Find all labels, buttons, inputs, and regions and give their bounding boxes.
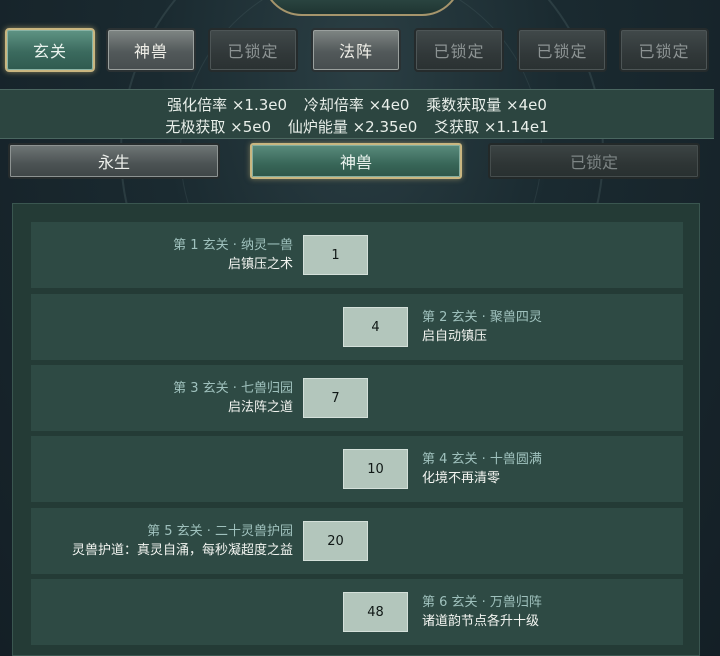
milestone-requirement: 10 (343, 449, 408, 489)
milestone-title: 第 2 玄关 · 聚兽四灵 (422, 310, 542, 325)
milestone-desc: 启镇压之术 (227, 257, 293, 272)
milestone-text: 第 2 玄关 · 聚兽四灵 启自动镇压 (422, 308, 542, 346)
stat-wuji-gain: 无极获取 ×5e0 (165, 118, 272, 136)
stats-bar: 强化倍率 ×1.3e0 冷却倍率 ×4e0 乘数获取量 ×4e0 无极获取 ×5… (0, 89, 714, 139)
tab-locked-3[interactable]: 已锁定 (517, 28, 607, 72)
milestone-title: 第 4 玄关 · 十兽圆满 (422, 452, 542, 467)
milestone-text: 第 6 玄关 · 万兽归阵 诸道韵节点各升十级 (422, 593, 542, 631)
milestone-requirement: 7 (303, 378, 368, 418)
milestone-row: 48 第 6 玄关 · 万兽归阵 诸道韵节点各升十级 (31, 579, 683, 645)
tab-xuanguan[interactable]: 玄关 (5, 28, 95, 72)
stat-yao-gain: 爻获取 ×1.14e1 (434, 118, 549, 136)
milestone-title: 第 5 玄关 · 二十灵兽护园 (147, 524, 293, 539)
milestone-requirement: 20 (303, 521, 368, 561)
subtab-shenshou[interactable]: 神兽 (250, 143, 462, 179)
milestone-text: 第 1 玄关 · 纳灵一兽 启镇压之术 (173, 236, 293, 274)
milestone-desc: 启法阵之道 (227, 400, 293, 415)
milestone-desc: 启自动镇压 (422, 329, 488, 344)
milestone-row: 第 3 玄关 · 七兽归园 启法阵之道 7 (31, 365, 683, 431)
milestone-text: 第 3 玄关 · 七兽归园 启法阵之道 (173, 379, 293, 417)
tab-shenshou[interactable]: 神兽 (106, 28, 196, 72)
stat-cooldown-multiplier: 冷却倍率 ×4e0 (303, 96, 410, 114)
milestone-title: 第 3 玄关 · 七兽归园 (173, 381, 293, 396)
milestone-desc: 化境不再清零 (422, 471, 501, 486)
milestone-row: 10 第 4 玄关 · 十兽圆满 化境不再清零 (31, 436, 683, 502)
milestone-row: 第 1 玄关 · 纳灵一兽 启镇压之术 1 (31, 222, 683, 288)
milestone-row: 4 第 2 玄关 · 聚兽四灵 启自动镇压 (31, 294, 683, 360)
milestone-requirement: 4 (343, 307, 408, 347)
subtab-locked[interactable]: 已锁定 (488, 143, 700, 179)
milestone-text: 第 4 玄关 · 十兽圆满 化境不再清零 (422, 450, 542, 488)
top-emblem (262, 0, 462, 16)
milestone-desc: 灵兽护道：真灵自涌，每秒凝超度之益 (71, 543, 293, 558)
milestone-title: 第 6 玄关 · 万兽归阵 (422, 595, 542, 610)
stat-multiplier-gain: 乘数获取量 ×4e0 (426, 96, 547, 114)
milestone-text: 第 5 玄关 · 二十灵兽护园 灵兽护道：真灵自涌，每秒凝超度之益 (72, 522, 293, 560)
milestone-title: 第 1 玄关 · 纳灵一兽 (173, 238, 293, 253)
top-tab-bar: 玄关 神兽 已锁定 法阵 已锁定 已锁定 已锁定 (0, 28, 720, 76)
milestone-panel: 第 1 玄关 · 纳灵一兽 启镇压之术 1 4 第 2 玄关 · 聚兽四灵 启自… (12, 203, 700, 656)
subtab-yongsheng[interactable]: 永生 (8, 143, 220, 179)
tab-locked-4[interactable]: 已锁定 (619, 28, 709, 72)
milestone-desc: 诸道韵节点各升十级 (422, 614, 540, 629)
stat-upgrade-multiplier: 强化倍率 ×1.3e0 (167, 96, 288, 114)
tab-locked-1[interactable]: 已锁定 (208, 28, 298, 72)
milestone-requirement: 1 (303, 235, 368, 275)
milestone-row: 第 5 玄关 · 二十灵兽护园 灵兽护道：真灵自涌，每秒凝超度之益 20 (31, 508, 683, 574)
milestone-requirement: 48 (343, 592, 408, 632)
stat-furnace-energy: 仙炉能量 ×2.35e0 (287, 118, 418, 136)
stats-line-2: 无极获取 ×5e0 仙炉能量 ×2.35e0 爻获取 ×1.14e1 (0, 116, 714, 137)
stats-line-1: 强化倍率 ×1.3e0 冷却倍率 ×4e0 乘数获取量 ×4e0 (0, 94, 714, 115)
tab-fazhen[interactable]: 法阵 (311, 28, 401, 72)
tab-locked-2[interactable]: 已锁定 (414, 28, 504, 72)
